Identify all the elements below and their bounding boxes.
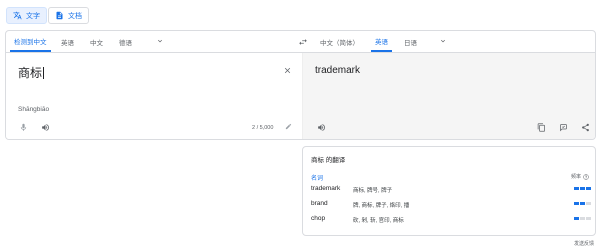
copy-icon[interactable] [537,123,546,132]
microphone-icon[interactable] [19,123,28,132]
tab-source-chinese[interactable]: 中文 [90,31,103,52]
text-mode-button[interactable]: 文字 [6,7,47,24]
entry-synonyms: 牌, 商标, 牌子, 烙印, 播 [353,202,410,209]
close-icon[interactable] [283,66,292,75]
dictionary-entry[interactable]: brand 牌, 商标, 牌子, 烙印, 播 [311,200,591,212]
text-mode-label: 文字 [26,12,40,20]
edit-icon[interactable] [285,123,292,130]
feedback-icon[interactable] [559,123,568,132]
speaker-icon[interactable] [41,123,50,132]
tab-target-english[interactable]: 英语 [371,31,392,52]
document-mode-button[interactable]: 文档 [48,7,89,24]
tab-source-english[interactable]: 英语 [61,31,74,52]
chevron-down-icon[interactable] [156,37,164,45]
tab-source-german[interactable]: 德语 [119,31,132,52]
entry-word[interactable]: trademark [311,185,340,192]
swap-languages-icon[interactable] [298,37,308,47]
frequency-bar [574,202,591,205]
target-pane: trademark [302,53,595,139]
entry-synonyms: 商标, 牌号, 牌子 [353,187,393,194]
send-feedback-link[interactable]: 发送反馈 [574,240,594,247]
help-icon[interactable] [583,173,589,180]
frequency-label: 频率 [571,173,589,180]
entry-word[interactable]: brand [311,200,328,207]
romanization: Shāngbiāo [18,106,50,113]
translate-icon [13,11,22,20]
frequency-bar [574,217,591,220]
dictionary-entry[interactable]: chop 砍, 剁, 斩, 官印, 商标 [311,215,591,227]
dictionary-title: 商标 的翻译 [311,157,346,164]
chevron-down-icon[interactable] [439,37,447,45]
speaker-icon[interactable] [317,123,326,132]
share-icon[interactable] [581,123,590,132]
source-pane[interactable]: 商标 Shāngbiāo 2 / 5,000 [6,53,302,139]
text-caret [43,67,45,79]
language-bar: 检测到中文 英语 中文 德语 中文（简体） 英语 日语 [6,31,595,53]
translation-card: 检测到中文 英语 中文 德语 中文（简体） 英语 日语 商标 Shāngbiāo… [5,30,596,140]
part-of-speech: 名词 [311,176,324,182]
frequency-bar [574,187,591,190]
tab-target-chinese-simplified[interactable]: 中文（简体） [320,31,359,52]
entry-word[interactable]: chop [311,215,325,222]
tab-detect-language[interactable]: 检测到中文 [10,31,51,52]
dictionary-entry[interactable]: trademark 商标, 牌号, 牌子 [311,185,591,197]
tab-target-japanese[interactable]: 日语 [404,31,417,52]
dictionary-panel: 商标 的翻译 名词 频率 trademark 商标, 牌号, 牌子 brand … [302,146,596,236]
document-mode-label: 文档 [68,12,82,20]
document-icon [56,11,63,20]
source-input[interactable]: 商标 [18,64,45,81]
translation-output: trademark [315,65,361,76]
entry-synonyms: 砍, 剁, 斩, 官印, 商标 [353,217,404,224]
character-counter: 2 / 5,000 [252,125,274,131]
